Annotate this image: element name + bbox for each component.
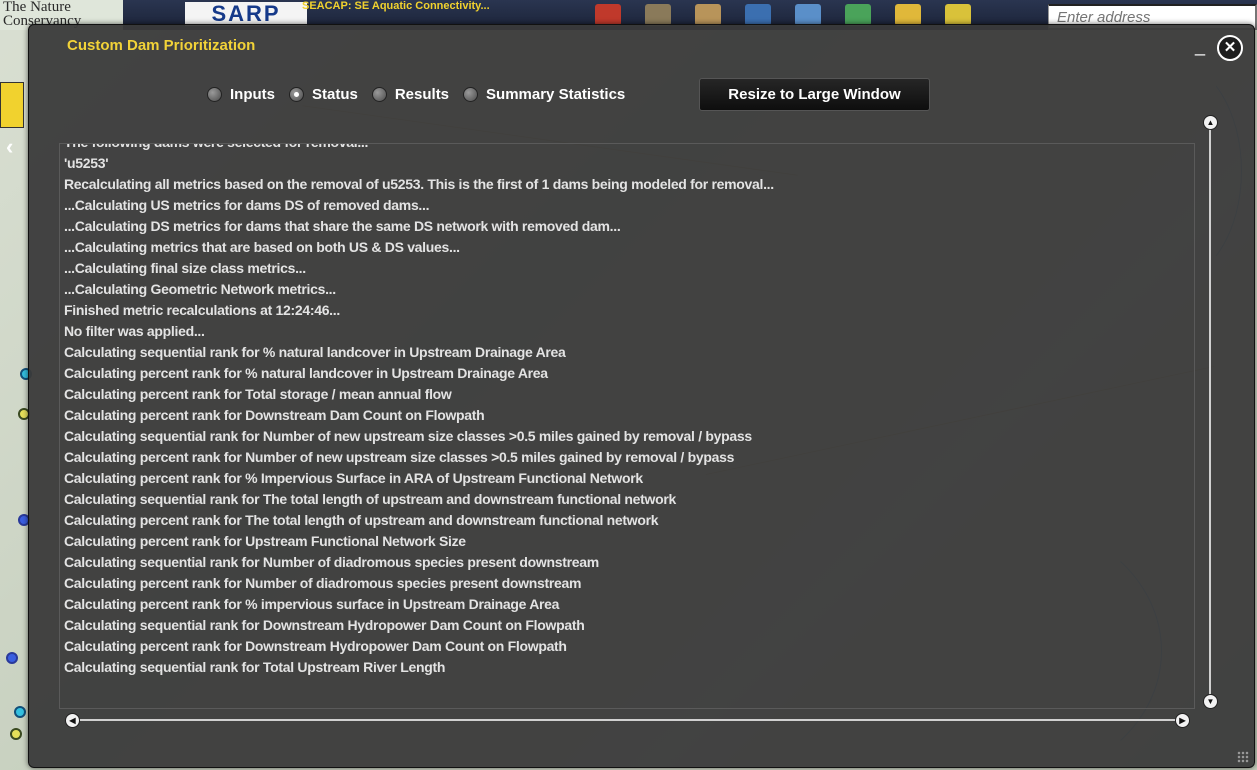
log-line: Calculating percent rank for Total stora… [64,386,452,402]
tool-icon[interactable] [595,4,621,26]
seacap-link[interactable]: SEACAP: SE Aquatic Connectivity... [302,0,490,12]
log-line: Calculating percent rank for The total l… [64,512,659,528]
animal-icon[interactable] [695,4,721,26]
log-line: Calculating sequential rank for Number o… [64,554,599,570]
scroll-left-icon[interactable]: ◀ [65,713,80,728]
tab-summary-statistics[interactable]: Summary Statistics [463,86,625,103]
log-line: No filter was applied... [64,323,205,339]
tab-label: Status [312,85,358,103]
sarp-logo[interactable]: SARP [185,2,307,26]
tab-label: Summary Statistics [486,85,626,103]
vertical-scrollbar[interactable]: ▲ ▼ [1203,115,1218,709]
log-line: ...Calculating metrics that are based on… [64,239,460,255]
radio-selected-icon[interactable] [289,86,304,102]
scroll-right-icon[interactable]: ▶ [1175,713,1190,728]
log-line: ...Calculating DS metrics for dams that … [64,218,621,234]
log-line: ...Calculating final size class metrics.… [64,260,306,276]
water-icon[interactable] [745,4,771,26]
minimize-button[interactable]: _ [1195,37,1209,55]
scroll-up-icon[interactable]: ▲ [1203,115,1218,130]
tab-inputs[interactable]: Inputs [207,86,275,103]
resize-large-window-button[interactable]: Resize to Large Window [699,78,930,111]
log-line: Calculating sequential rank for Downstre… [64,617,585,633]
left-toolbar: ‹ [0,30,26,770]
legend-icon[interactable] [945,4,971,26]
radio-icon[interactable] [371,86,387,102]
log-line: ...Calculating Geometric Network metrics… [64,281,336,297]
log-line: Calculating percent rank for % natural l… [64,365,548,381]
log-line: Calculating percent rank for Number of n… [64,449,735,465]
tab-status[interactable]: Status [289,86,358,103]
resize-grip-icon[interactable] [1237,751,1249,763]
layers-icon[interactable] [795,4,821,26]
log-line: Calculating percent rank for Number of d… [64,575,582,591]
view-tabs: Inputs Status Results Summary Statistics [207,83,639,105]
compass-icon[interactable] [895,4,921,26]
log-line: Calculating percent rank for Upstream Fu… [64,533,466,549]
scroll-track[interactable] [1209,127,1211,699]
log-line: Recalculating all metrics based on the r… [64,176,774,192]
log-line: Calculating percent rank for % imperviou… [64,596,560,612]
fish-icon[interactable] [645,4,671,26]
log-line: ...Calculating US metrics for dams DS of… [64,197,430,213]
radio-icon[interactable] [463,86,479,102]
status-log[interactable]: The following dams were selected for rem… [59,143,1195,709]
log-line: Calculating sequential rank for The tota… [64,491,676,507]
log-line: Calculating sequential rank for Total Up… [64,659,446,675]
log-line: 'u5253' [64,155,109,171]
tab-label: Inputs [230,85,275,103]
log-line: The following dams were selected for rem… [60,144,1194,153]
tab-results[interactable]: Results [371,85,450,103]
map-icon[interactable] [845,4,871,26]
dam-tool-icon[interactable] [0,82,24,128]
close-button[interactable]: ✕ [1217,35,1243,61]
log-line: Calculating percent rank for % Imperviou… [64,470,643,486]
custom-dam-prioritization-dialog: Custom Dam Prioritization _ ✕ Inputs Sta… [28,24,1255,768]
log-line: Calculating percent rank for Downstream … [64,638,567,654]
log-line: Calculating sequential rank for Number o… [64,428,752,444]
radio-icon[interactable] [207,86,222,102]
tab-label: Results [394,85,450,103]
dialog-title: Custom Dam Prioritization [67,37,256,54]
collapse-left-icon[interactable]: ‹ [6,134,13,160]
scroll-track[interactable] [77,719,1177,721]
log-line: Calculating percent rank for Downstream … [64,407,485,423]
scroll-down-icon[interactable]: ▼ [1203,694,1218,709]
log-line: Calculating sequential rank for % natura… [64,344,566,360]
horizontal-scrollbar[interactable]: ◀ ▶ [65,713,1190,728]
log-line: Finished metric recalculations at 12:24:… [64,302,340,318]
